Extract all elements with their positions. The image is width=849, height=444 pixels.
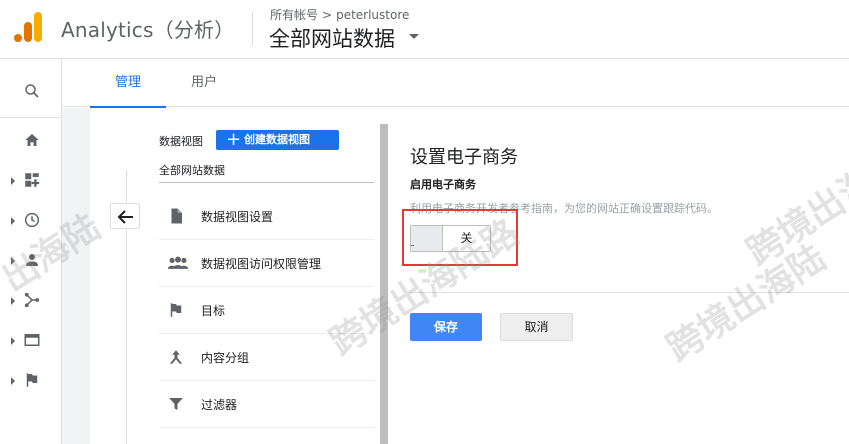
- audience-person-icon: [26, 254, 38, 266]
- flag-icon: [170, 303, 182, 317]
- conversions-flag-icon: [26, 373, 38, 387]
- breadcrumb-separator: >: [322, 8, 333, 22]
- expand-caret-icon: [11, 337, 15, 345]
- left-nav-rail: [0, 59, 62, 444]
- analytics-logo-icon[interactable]: [14, 12, 44, 44]
- behavior-icon: [24, 334, 40, 346]
- header-divider: [252, 12, 253, 46]
- red-highlight-box: [402, 209, 518, 266]
- expand-caret-icon: [11, 217, 15, 225]
- rail-acquisition[interactable]: [0, 282, 62, 318]
- tab-user[interactable]: 用户: [166, 59, 242, 107]
- menu-item-filters[interactable]: 过滤器: [159, 381, 374, 428]
- rail-audience[interactable]: [0, 242, 62, 278]
- selected-view-name[interactable]: 全部网站数据: [159, 162, 225, 178]
- caret-down-icon[interactable]: [409, 34, 419, 39]
- people-icon: [167, 256, 189, 269]
- menu-item-label: 内容分组: [201, 351, 250, 365]
- expand-caret-icon: [11, 177, 15, 185]
- search-icon: [25, 84, 39, 98]
- menu-item-view-settings[interactable]: 数据视图设置: [159, 193, 374, 240]
- rail-conversions[interactable]: [0, 362, 62, 398]
- menu-item-label: 目标: [201, 304, 226, 318]
- settings-subtitle: 启用电子商务: [410, 178, 476, 191]
- create-view-button[interactable]: + 创建数据视图: [216, 130, 339, 150]
- view-selector[interactable]: 全部网站数据: [269, 23, 395, 53]
- menu-item-label: 数据视图设置: [201, 210, 274, 224]
- cancel-button[interactable]: 取消: [500, 313, 573, 341]
- breadcrumb-property[interactable]: peterlustore: [336, 8, 409, 22]
- content-grouping-icon: [170, 350, 182, 364]
- content-gutter: [62, 108, 90, 444]
- top-tabs: 管理 用户: [62, 59, 849, 108]
- home-icon: [25, 134, 39, 146]
- menu-item-content-grouping[interactable]: 内容分组: [159, 334, 374, 381]
- rail-search[interactable]: [0, 73, 62, 109]
- expand-caret-icon: [11, 257, 15, 265]
- arrow-left-icon: [117, 210, 133, 224]
- create-view-label: 创建数据视图: [244, 133, 310, 146]
- document-icon: [171, 208, 182, 224]
- breadcrumb-account[interactable]: 所有帐号: [270, 8, 318, 22]
- rail-home[interactable]: [0, 122, 62, 158]
- app-title: Analytics（分析）: [61, 18, 235, 42]
- settings-divider: [410, 292, 849, 293]
- settings-title: 设置电子商务: [410, 147, 518, 168]
- acquisition-icon: [24, 292, 40, 308]
- breadcrumb[interactable]: 所有帐号 > peterlustore: [270, 6, 409, 23]
- customization-icon: [25, 173, 40, 187]
- view-name-underline: [159, 182, 374, 183]
- back-button[interactable]: [110, 203, 140, 229]
- realtime-clock-icon: [24, 212, 40, 228]
- rail-customization[interactable]: [0, 162, 62, 198]
- view-column-label: 数据视图: [159, 135, 203, 148]
- save-button[interactable]: 保存: [410, 313, 482, 341]
- menu-item-view-access[interactable]: 数据视图访问权限管理: [159, 240, 374, 287]
- view-menu: 数据视图设置 数据视图访问权限管理 目标 内容分组 过滤器: [159, 193, 374, 428]
- rail-behavior[interactable]: [0, 322, 62, 358]
- expand-caret-icon: [11, 297, 15, 305]
- filter-icon: [169, 398, 183, 410]
- rail-realtime[interactable]: [0, 202, 62, 238]
- menu-item-goals[interactable]: 目标: [159, 287, 374, 334]
- tab-admin[interactable]: 管理: [90, 59, 166, 108]
- menu-item-label: 数据视图访问权限管理: [201, 257, 322, 271]
- top-header: Analytics（分析） 所有帐号 > peterlustore 全部网站数据: [0, 0, 849, 58]
- menu-item-label: 过滤器: [201, 398, 238, 412]
- rail-divider: [0, 117, 62, 118]
- expand-caret-icon: [11, 377, 15, 385]
- plus-icon: +: [226, 129, 242, 150]
- column-scrollbar[interactable]: [380, 124, 388, 444]
